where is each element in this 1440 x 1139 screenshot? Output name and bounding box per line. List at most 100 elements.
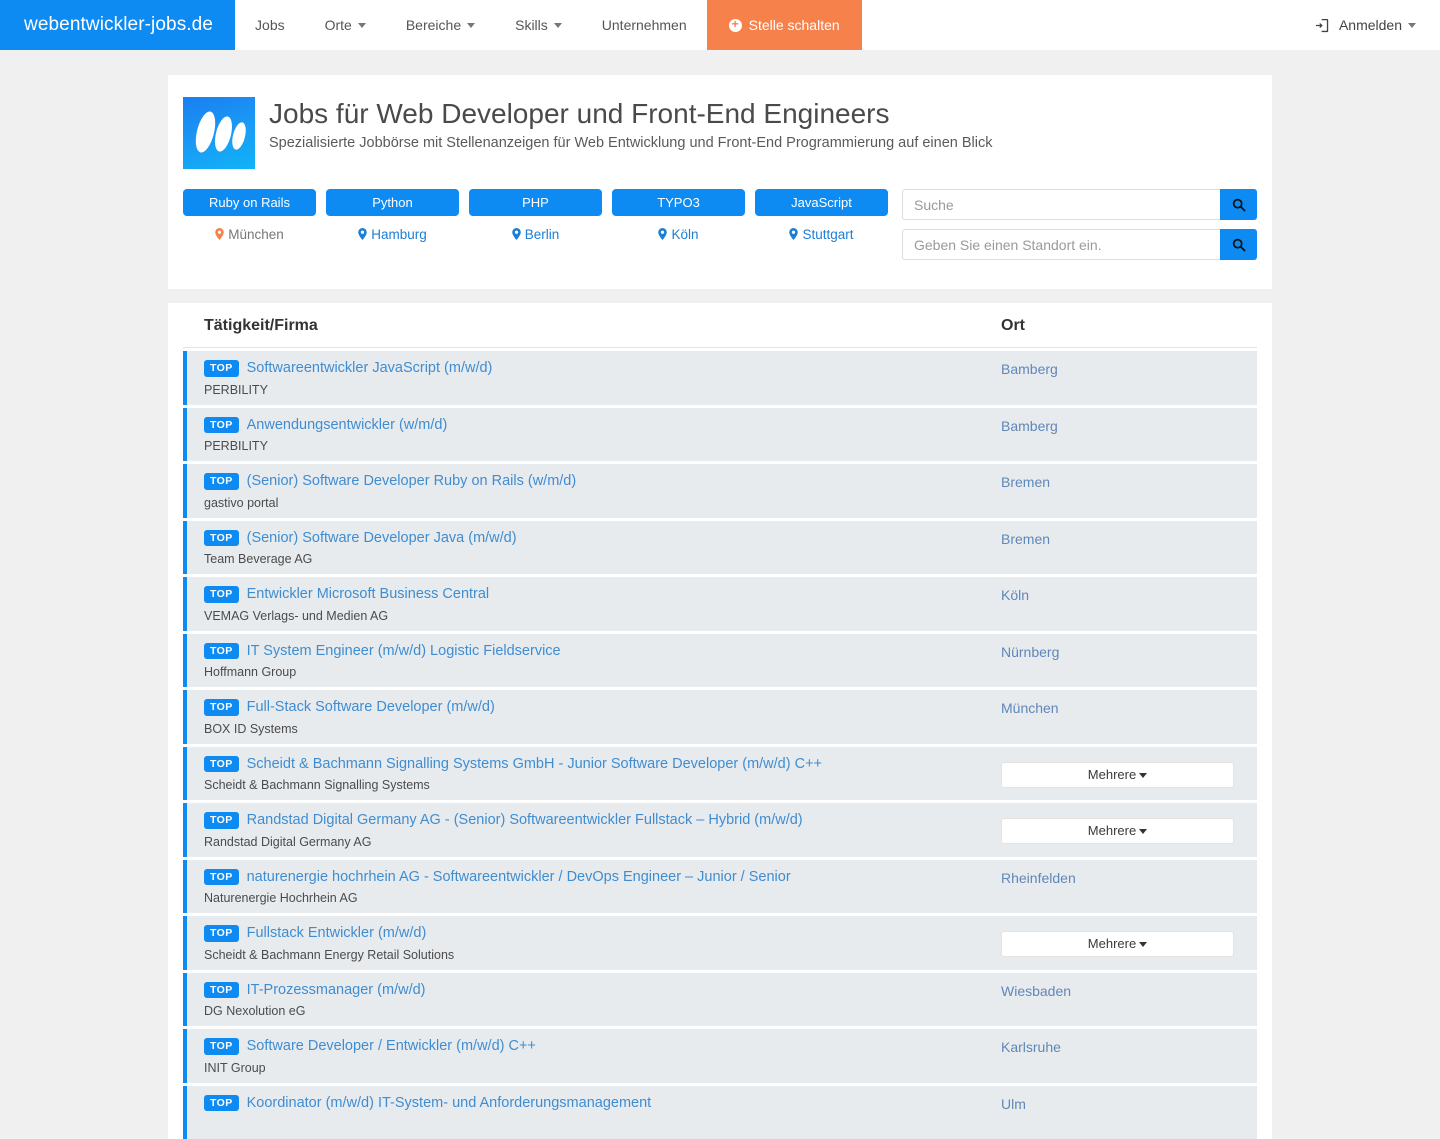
multiple-locations-dropdown[interactable]: Mehrere [1001,931,1234,957]
job-location-link[interactable]: München [1001,700,1059,716]
job-info: TOP Full-Stack Software Developer (m/w/d)… [187,699,1001,736]
table-row[interactable]: TOP Scheidt & Bachmann Signalling Systems… [183,746,1257,800]
job-location-link[interactable]: Köln [1001,587,1029,603]
nav-item-jobs[interactable]: Jobs [235,0,305,50]
job-info: TOP Anwendungsentwickler (w/m/d) PERBILITY [187,416,1001,453]
skill-tag-ruby-on-rails[interactable]: Ruby on Rails [183,189,316,216]
job-location-link[interactable]: Nürnberg [1001,644,1059,660]
post-job-button[interactable]: + Stelle schalten [706,0,862,50]
city-link-stuttgart[interactable]: Stuttgart [755,227,888,242]
map-pin-icon [789,228,799,243]
job-info: TOP (Senior) Software Developer Ruby on R… [187,473,1001,510]
job-info: TOP Software Developer / Entwickler (m/w/… [187,1038,1001,1075]
job-location-cell: Mehrere [1001,756,1257,788]
job-title-link[interactable]: (Senior) Software Developer Ruby on Rail… [247,473,577,489]
job-location-link[interactable]: Rheinfelden [1001,870,1076,886]
job-title-link[interactable]: Fullstack Entwickler (m/w/d) [247,925,427,941]
job-title-link[interactable]: naturenergie hochrhein AG - Softwareentw… [247,869,791,885]
job-location-cell: Mehrere [1001,812,1257,844]
job-info: TOP Fullstack Entwickler (m/w/d) Scheidt &… [187,925,1001,962]
filter-area: Ruby on Rails Python PHP TYPO3 JavaScript Mü… [183,189,1257,269]
city-link-münchen[interactable]: München [183,227,316,242]
multiple-locations-dropdown[interactable]: Mehrere [1001,761,1234,788]
skill-tag-php[interactable]: PHP [469,189,602,216]
status-badge: TOP [204,642,239,659]
company-name: INIT Group [204,1060,266,1075]
skill-tag-javascript[interactable]: JavaScript [755,189,888,216]
table-row[interactable]: TOP Randstad Digital Germany AG - (Senior… [183,803,1257,857]
chevron-down-icon [1139,772,1148,778]
job-title-link[interactable]: (Senior) Software Developer Java (m/w/d) [247,530,517,546]
job-location-link[interactable]: Wiesbaden [1001,983,1071,999]
company-name: PERBILITY [204,439,268,453]
job-title-link[interactable]: IT System Engineer (m/w/d) Logistic Fiel… [247,643,561,659]
job-location-link[interactable]: Bremen [1001,531,1050,547]
table-row[interactable]: TOP Software Developer / Entwickler (m/w/… [183,1029,1257,1083]
table-row[interactable]: TOP (Senior) Software Developer Ruby on R… [183,464,1257,518]
skill-tag-python[interactable]: Python [326,189,459,216]
job-location-link[interactable]: Karlsruhe [1001,1039,1061,1055]
table-row[interactable]: TOP Softwareentwickler JavaScript (m/w/d)… [183,351,1257,405]
job-location-link[interactable]: Bamberg [1001,361,1058,377]
job-title-line: TOP Anwendungsentwickler (w/m/d) [204,416,1001,433]
nav-item-bereiche[interactable]: Bereiche [386,0,495,50]
job-title-link[interactable]: IT-Prozessmanager (m/w/d) [247,982,426,998]
search-submit-button[interactable] [1220,189,1257,220]
table-row[interactable]: TOP naturenergie hochrhein AG - Softwaree… [183,859,1257,913]
status-badge: TOP [204,416,239,433]
status-badge: TOP [204,529,239,546]
login-menu[interactable]: Anmelden [1315,0,1440,50]
job-title-line: TOP (Senior) Software Developer Java (m/w… [204,529,1001,546]
job-title-link[interactable]: Randstad Digital Germany AG - (Senior) S… [247,812,803,828]
table-row[interactable]: TOP Anwendungsentwickler (w/m/d) PERBILITY… [183,407,1257,461]
nav-item-skills[interactable]: Skills [495,0,582,50]
status-badge: TOP [204,812,239,829]
job-title-link[interactable]: Scheidt & Bachmann Signalling Systems Gm… [247,756,822,772]
site-brand[interactable]: webentwickler-jobs.de [0,0,236,50]
map-pin-icon [511,228,521,243]
job-location-link[interactable]: Bremen [1001,474,1050,490]
skill-tag-typo3[interactable]: TYPO3 [612,189,745,216]
table-row[interactable]: TOP Koordinator (m/w/d) IT-System- und An… [183,1085,1257,1139]
table-row[interactable]: TOP Fullstack Entwickler (m/w/d) Scheidt &… [183,916,1257,970]
job-location-link[interactable]: Ulm [1001,1096,1026,1112]
table-row[interactable]: TOP IT-Prozessmanager (m/w/d) DG Nexolutio… [183,972,1257,1026]
table-row[interactable]: TOP Entwickler Microsoft Business Central… [183,577,1257,631]
nav-item-unternehmen[interactable]: Unternehmen [582,0,707,50]
multiple-locations-label: Mehrere [1087,766,1137,782]
company-name: BOX ID Systems [204,721,298,736]
nav-item-orte[interactable]: Orte [305,0,386,50]
table-row[interactable]: TOP Full-Stack Software Developer (m/w/d)… [183,690,1257,744]
page-title: Jobs für Web Developer und Front-End Eng… [269,98,890,129]
status-badge: TOP [204,1094,239,1111]
multiple-locations-dropdown[interactable]: Mehrere [1001,818,1234,844]
city-link-hamburg[interactable]: Hamburg [326,227,459,242]
job-title-link[interactable]: Anwendungsentwickler (w/m/d) [247,417,448,433]
table-row[interactable]: TOP IT System Engineer (m/w/d) Logistic F… [183,633,1257,687]
job-title-link[interactable]: Software Developer / Entwickler (m/w/d) … [247,1038,536,1054]
keyword-search-group [902,189,1257,220]
nav-item-label: Skills [515,17,548,33]
table-header: Tätigkeit/Firma Ort [183,303,1257,348]
job-info: TOP Randstad Digital Germany AG - (Senior… [187,812,1001,849]
city-link-berlin[interactable]: Berlin [469,227,602,242]
sign-in-icon [1315,18,1331,33]
job-title-link[interactable]: Full-Stack Software Developer (m/w/d) [247,699,495,715]
city-link-köln[interactable]: Köln [612,227,745,242]
page-content: Jobs für Web Developer und Front-End Eng… [0,50,1440,1139]
job-location-link[interactable]: Bamberg [1001,418,1058,434]
location-submit-button[interactable] [1220,229,1257,260]
job-title-link[interactable]: Softwareentwickler JavaScript (m/w/d) [247,360,493,376]
location-input[interactable] [902,229,1220,260]
job-title-link[interactable]: Entwickler Microsoft Business Central [247,586,490,602]
job-title-line: TOP Randstad Digital Germany AG - (Senior… [204,812,1001,829]
search-area [902,189,1257,269]
city-link-label: Hamburg [371,227,427,242]
search-input[interactable] [902,189,1220,220]
job-info: TOP Koordinator (m/w/d) IT-System- und An… [187,1094,1001,1118]
job-title-link[interactable]: Koordinator (m/w/d) IT-System- und Anfor… [247,1095,652,1111]
nav-item-label: Unternehmen [601,17,687,33]
job-info: TOP IT-Prozessmanager (m/w/d) DG Nexolutio… [187,981,1001,1018]
table-row[interactable]: TOP (Senior) Software Developer Java (m/w… [183,520,1257,574]
job-info: TOP Softwareentwickler JavaScript (m/w/d)… [187,360,1001,397]
